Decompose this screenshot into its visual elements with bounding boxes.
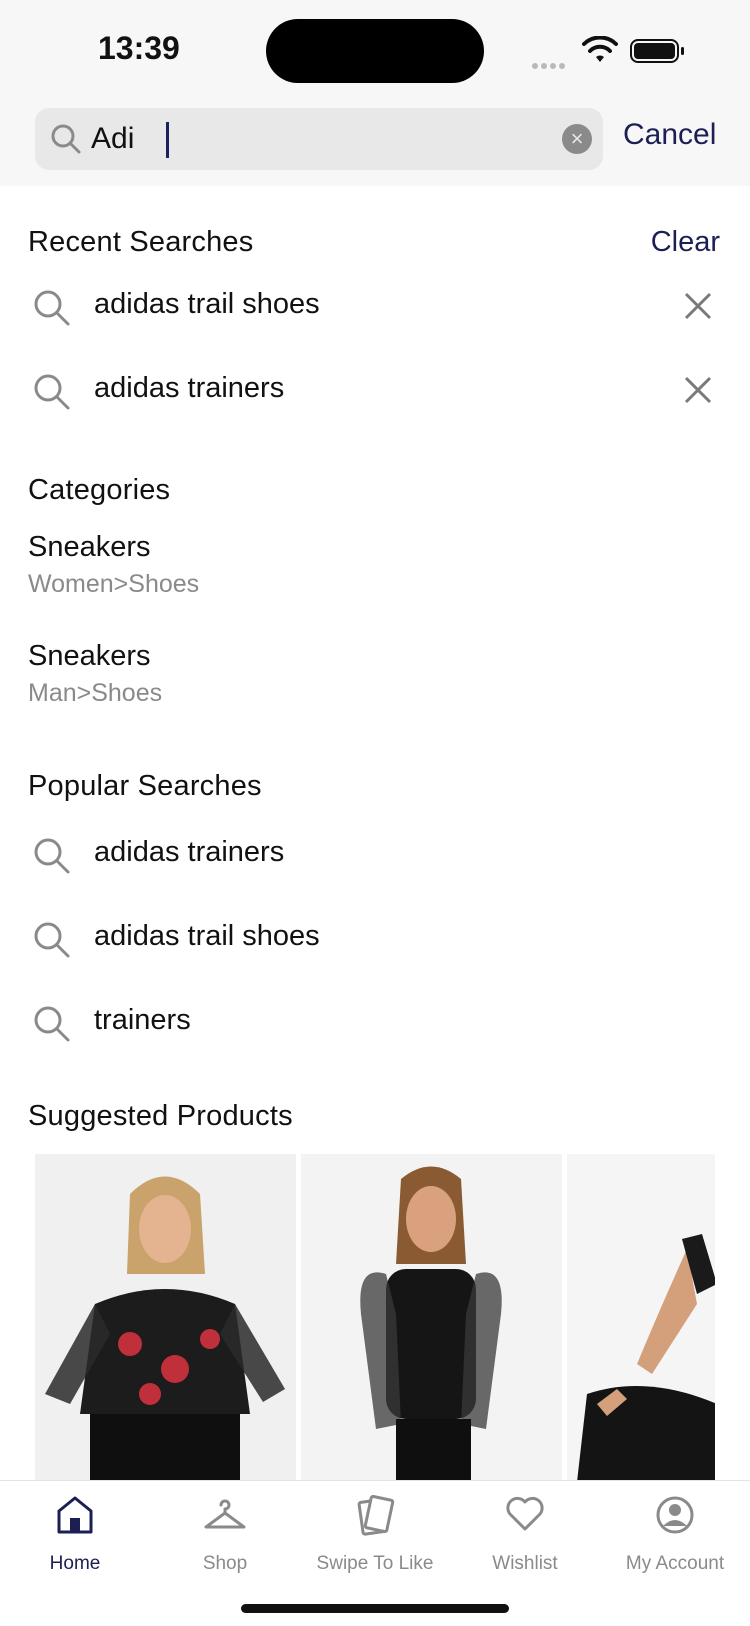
cancel-button[interactable]: Cancel: [623, 118, 716, 152]
product-image: [567, 1154, 715, 1482]
popular-search-label: adidas trail shoes: [94, 920, 320, 952]
tab-label: Shop: [202, 1553, 248, 1574]
text-cursor: [166, 122, 169, 158]
wifi-icon: [582, 36, 618, 62]
search-icon: [51, 124, 81, 154]
category-path: Women>Shoes: [28, 570, 200, 598]
status-time: 13:39: [98, 30, 180, 66]
tab-label: Wishlist: [492, 1553, 558, 1574]
category-name: Sneakers: [28, 531, 151, 563]
search-input[interactable]: [91, 118, 551, 160]
recent-search-label: adidas trainers: [94, 372, 285, 404]
suggested-products-carousel[interactable]: [35, 1154, 715, 1482]
tab-shop[interactable]: Shop: [150, 1481, 300, 1591]
home-icon: [57, 1496, 93, 1534]
product-image: [301, 1154, 562, 1482]
popular-search-item[interactable]: trainers: [0, 992, 750, 1052]
hanger-icon: [204, 1499, 246, 1529]
category-item[interactable]: Sneakers Man>Shoes: [28, 640, 162, 708]
cards-icon: [357, 1495, 395, 1536]
heart-icon: [506, 1496, 544, 1531]
product-card[interactable]: [567, 1154, 715, 1482]
categories-title: Categories: [28, 474, 171, 506]
tab-label: Swipe To Like: [316, 1553, 434, 1574]
tab-swipe-to-like[interactable]: Swipe To Like: [300, 1481, 450, 1591]
search-icon: [34, 1006, 70, 1042]
remove-icon[interactable]: [682, 374, 714, 406]
search-bar[interactable]: ×: [35, 108, 603, 170]
product-image: [35, 1154, 296, 1482]
tab-home[interactable]: Home: [0, 1481, 150, 1591]
tab-label: My Account: [625, 1553, 725, 1574]
search-icon: [34, 290, 70, 326]
popular-search-label: adidas trainers: [94, 836, 285, 868]
signal-icon: [532, 56, 572, 69]
tab-my-account[interactable]: My Account: [600, 1481, 750, 1591]
tab-wishlist[interactable]: Wishlist: [450, 1481, 600, 1591]
popular-searches-title: Popular Searches: [28, 770, 262, 802]
recent-search-item[interactable]: adidas trail shoes: [0, 276, 750, 336]
top-bar: 13:39 × Cancel: [0, 0, 750, 186]
search-icon: [34, 922, 70, 958]
category-path: Man>Shoes: [28, 679, 163, 707]
suggested-products-title: Suggested Products: [28, 1100, 293, 1132]
tab-label: Home: [49, 1553, 101, 1574]
category-name: Sneakers: [28, 640, 151, 672]
category-item[interactable]: Sneakers Women>Shoes: [28, 531, 199, 599]
popular-search-item[interactable]: adidas trainers: [0, 824, 750, 884]
account-icon: [656, 1496, 694, 1534]
battery-icon: [630, 39, 684, 63]
search-icon: [34, 838, 70, 874]
popular-search-label: trainers: [94, 1004, 191, 1036]
remove-icon[interactable]: [682, 290, 714, 322]
recent-search-label: adidas trail shoes: [94, 288, 320, 320]
clear-recent-button[interactable]: Clear: [651, 226, 720, 259]
dynamic-island: [266, 19, 484, 83]
popular-search-item[interactable]: adidas trail shoes: [0, 908, 750, 968]
search-icon: [34, 374, 70, 410]
product-card[interactable]: [35, 1154, 296, 1482]
product-card[interactable]: [301, 1154, 562, 1482]
recent-searches-title: Recent Searches: [28, 226, 254, 258]
clear-search-icon[interactable]: ×: [562, 124, 592, 154]
recent-search-item[interactable]: adidas trainers: [0, 360, 750, 420]
home-indicator: [241, 1604, 509, 1613]
